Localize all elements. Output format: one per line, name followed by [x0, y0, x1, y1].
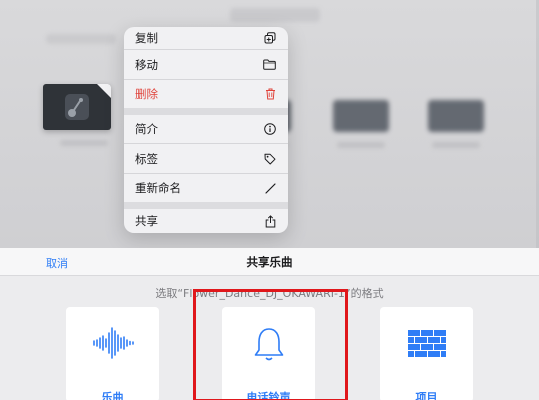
menu-item-label: 移动 — [135, 57, 158, 72]
bricks-icon — [407, 330, 446, 357]
trash-icon — [266, 88, 275, 100]
menu-item-label: 标签 — [135, 151, 158, 166]
selected-file-thumbnail[interactable] — [43, 84, 111, 130]
folder-icon — [263, 59, 276, 70]
menu-item-share[interactable]: 共享 — [124, 209, 288, 233]
blurred-title — [230, 8, 320, 22]
blurred-label — [60, 140, 108, 146]
blurred-file — [333, 100, 389, 132]
share-icon — [265, 214, 276, 227]
menu-item-delete[interactable]: 删除 — [124, 80, 288, 108]
page-fold — [97, 84, 111, 98]
blurred-label — [337, 142, 385, 148]
menu-item-tags[interactable]: 标签 — [124, 144, 288, 173]
menu-item-info[interactable]: 简介 — [124, 115, 288, 143]
blurred-file — [428, 100, 484, 132]
sheet-header: 取消 共享乐曲 — [0, 248, 539, 276]
menu-item-label: 删除 — [135, 87, 158, 101]
menu-item-label: 共享 — [135, 214, 158, 228]
waveform-icon — [92, 327, 134, 359]
menu-item-rename[interactable]: 重新命名 — [124, 174, 288, 202]
option-label: 乐曲 — [101, 391, 124, 400]
pencil-icon — [265, 182, 276, 194]
blurred-label — [432, 142, 480, 148]
menu-item-label: 重新命名 — [135, 181, 181, 195]
menu-item-label: 简介 — [135, 122, 158, 136]
menu-group-gap — [124, 108, 288, 115]
menu-item-move[interactable]: 移动 — [124, 50, 288, 79]
guitar-icon — [65, 94, 89, 120]
option-song[interactable]: 乐曲 — [66, 307, 159, 400]
sheet-title: 共享乐曲 — [246, 255, 293, 269]
option-label: 项目 — [415, 391, 438, 400]
context-menu: 复制 移动 删除 简介 标签 重新命名 共享 — [124, 27, 288, 233]
tag-icon — [264, 153, 276, 164]
menu-item-label: 复制 — [135, 31, 158, 45]
blurred-search — [46, 34, 116, 44]
menu-group-gap — [124, 202, 288, 209]
option-project[interactable]: 项目 — [380, 307, 473, 400]
menu-item-duplicate[interactable]: 复制 — [124, 27, 288, 49]
info-icon — [264, 123, 276, 135]
duplicate-icon — [264, 32, 276, 44]
highlight-box — [193, 289, 348, 400]
